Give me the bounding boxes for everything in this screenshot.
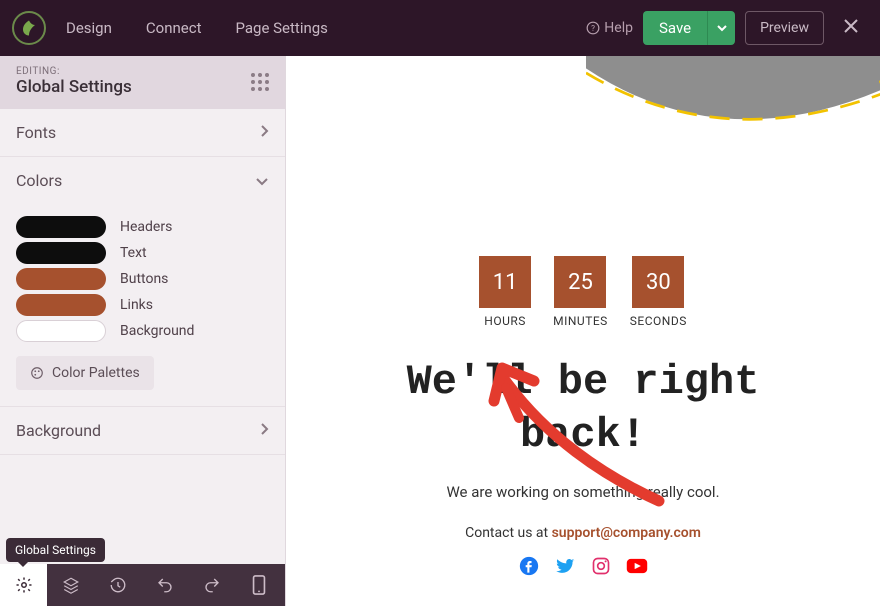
topbar-right: ? Help Save Preview bbox=[586, 11, 868, 45]
sidebar: EDITING: Global Settings Fonts Colors bbox=[0, 56, 286, 606]
preview-button[interactable]: Preview bbox=[745, 11, 824, 45]
panel-title: Global Settings bbox=[16, 77, 132, 97]
page-content: 11 HOURS 25 MINUTES 30 SECONDS We'll be … bbox=[286, 256, 880, 577]
contact-line[interactable]: Contact us at support@company.com bbox=[465, 525, 701, 541]
section-background[interactable]: Background bbox=[0, 407, 285, 455]
swatch-buttons: Buttons bbox=[16, 268, 269, 290]
cd-hours-label: HOURS bbox=[484, 314, 526, 328]
app-root: Design Connect Page Settings ? Help Save… bbox=[0, 0, 880, 606]
topbar: Design Connect Page Settings ? Help Save… bbox=[0, 0, 880, 56]
tooltip-global-settings: Global Settings bbox=[6, 538, 105, 562]
body: EDITING: Global Settings Fonts Colors bbox=[0, 56, 880, 606]
color-palettes-button[interactable]: Color Palettes bbox=[16, 356, 154, 390]
chevron-right-icon bbox=[259, 421, 269, 440]
swatch-text-color[interactable] bbox=[16, 242, 106, 264]
bb-layers[interactable] bbox=[47, 564, 94, 606]
swatch-links: Links bbox=[16, 294, 269, 316]
bb-settings[interactable] bbox=[0, 564, 47, 606]
bb-redo[interactable] bbox=[188, 564, 235, 606]
countdown: 11 HOURS 25 MINUTES 30 SECONDS bbox=[479, 256, 687, 328]
cd-hours-value: 11 bbox=[479, 256, 531, 308]
layers-icon bbox=[62, 576, 80, 594]
help-icon: ? bbox=[586, 21, 600, 35]
svg-text:?: ? bbox=[591, 23, 595, 33]
drag-handle-icon[interactable] bbox=[251, 73, 269, 91]
editing-label: EDITING: bbox=[16, 66, 132, 77]
save-button[interactable]: Save bbox=[643, 11, 707, 45]
instagram-icon[interactable] bbox=[590, 555, 612, 577]
contact-prefix: Contact us at bbox=[465, 525, 552, 541]
social-icons bbox=[518, 555, 648, 577]
swatch-text-label: Text bbox=[120, 245, 147, 261]
section-background-label: Background bbox=[16, 421, 101, 440]
swatch-headers: Headers bbox=[16, 216, 269, 238]
swatch-links-color[interactable] bbox=[16, 294, 106, 316]
swatch-background: Background bbox=[16, 320, 269, 342]
swatch-headers-color[interactable] bbox=[16, 216, 106, 238]
subline[interactable]: We are working on something really cool. bbox=[446, 483, 719, 501]
twitter-icon[interactable] bbox=[554, 555, 576, 577]
swatch-background-color[interactable] bbox=[16, 320, 106, 342]
mobile-icon bbox=[251, 575, 267, 595]
nav-page-settings[interactable]: Page Settings bbox=[236, 19, 328, 37]
redo-icon bbox=[203, 576, 221, 594]
nav: Design Connect Page Settings bbox=[66, 19, 328, 37]
nav-design[interactable]: Design bbox=[66, 19, 112, 37]
close-button[interactable] bbox=[834, 16, 868, 41]
swatch-text: Text bbox=[16, 242, 269, 264]
cd-hours: 11 HOURS bbox=[479, 256, 531, 328]
cd-seconds: 30 SECONDS bbox=[630, 256, 687, 328]
contact-email[interactable]: support@company.com bbox=[552, 525, 701, 541]
cd-minutes: 25 MINUTES bbox=[553, 256, 608, 328]
bottom-bar bbox=[0, 564, 285, 606]
swatch-links-label: Links bbox=[120, 297, 153, 313]
bb-mobile[interactable] bbox=[235, 564, 282, 606]
section-fonts-label: Fonts bbox=[16, 123, 56, 142]
swatch-buttons-label: Buttons bbox=[120, 271, 168, 287]
leaf-icon bbox=[20, 19, 38, 37]
cd-minutes-label: MINUTES bbox=[553, 314, 608, 328]
history-icon bbox=[109, 576, 127, 594]
close-icon bbox=[842, 17, 860, 35]
help-label: Help bbox=[604, 20, 633, 36]
bb-history[interactable] bbox=[94, 564, 141, 606]
color-palettes-label: Color Palettes bbox=[52, 365, 140, 381]
section-fonts[interactable]: Fonts bbox=[0, 109, 285, 157]
help-link[interactable]: ? Help bbox=[586, 20, 633, 36]
caret-down-icon bbox=[717, 23, 727, 33]
palette-icon bbox=[30, 366, 44, 380]
headline[interactable]: We'll be right back! bbox=[373, 356, 793, 461]
chevron-down-icon bbox=[255, 171, 269, 190]
save-dropdown[interactable] bbox=[707, 11, 735, 45]
swatch-background-label: Background bbox=[120, 323, 194, 339]
facebook-icon[interactable] bbox=[518, 555, 540, 577]
save-group: Save bbox=[643, 11, 735, 45]
panel-header: EDITING: Global Settings bbox=[0, 56, 285, 109]
swatch-headers-label: Headers bbox=[120, 219, 172, 235]
swatch-buttons-color[interactable] bbox=[16, 268, 106, 290]
bb-undo[interactable] bbox=[141, 564, 188, 606]
logo[interactable] bbox=[12, 11, 46, 45]
road-illustration bbox=[586, 56, 880, 160]
chevron-right-icon bbox=[259, 123, 269, 142]
section-colors-label: Colors bbox=[16, 171, 62, 190]
cd-seconds-label: SECONDS bbox=[630, 314, 687, 328]
cd-minutes-value: 25 bbox=[554, 256, 606, 308]
canvas: 11 HOURS 25 MINUTES 30 SECONDS We'll be … bbox=[286, 56, 880, 606]
gear-icon bbox=[15, 576, 33, 594]
colors-body: Headers Text Buttons Links Background bbox=[0, 204, 285, 407]
undo-icon bbox=[156, 576, 174, 594]
nav-connect[interactable]: Connect bbox=[146, 19, 202, 37]
cd-seconds-value: 30 bbox=[632, 256, 684, 308]
youtube-icon[interactable] bbox=[626, 555, 648, 577]
section-colors[interactable]: Colors bbox=[0, 157, 285, 204]
